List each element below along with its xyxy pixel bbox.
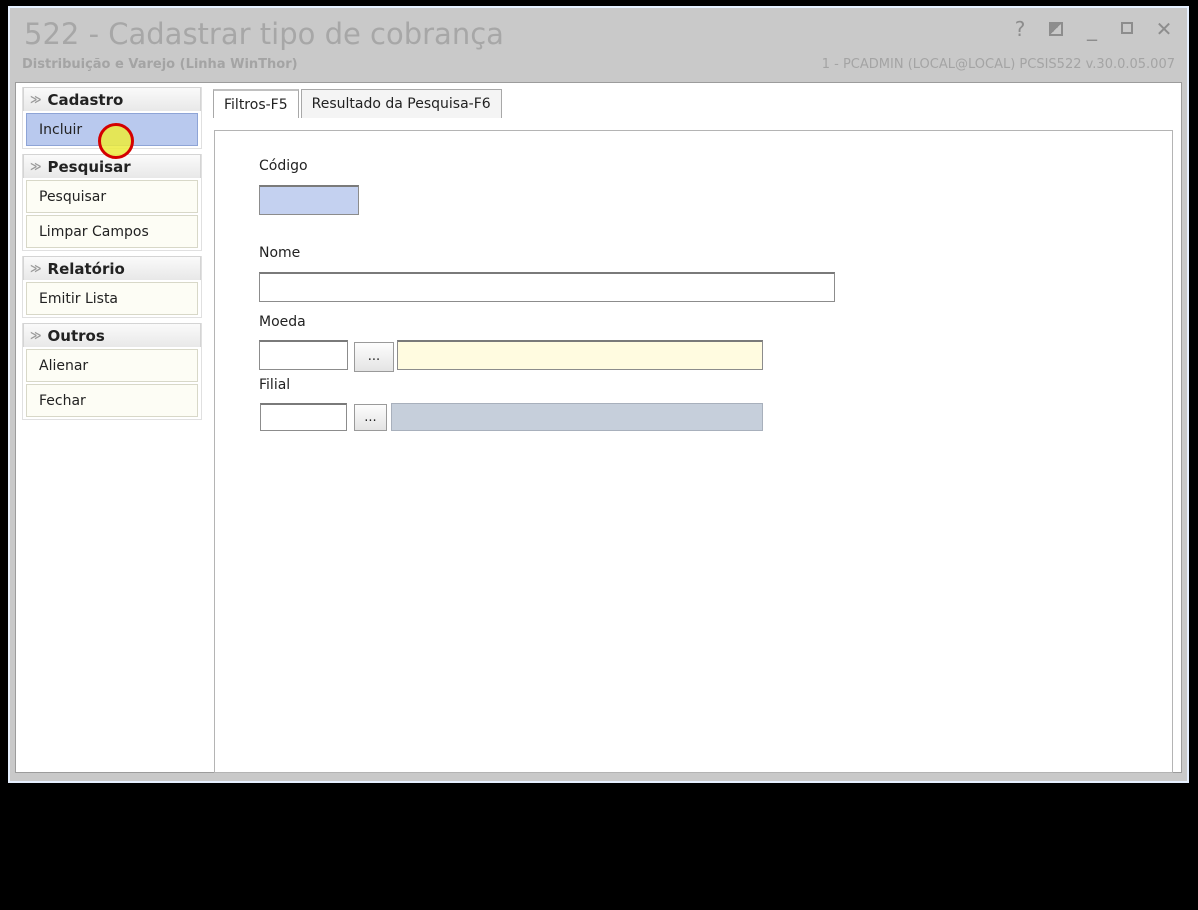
group-pesquisar: ≫ Pesquisar Pesquisar Limpar Campos	[22, 154, 202, 251]
action-sidebar: ≫ Cadastro Incluir ≫ Pesquisar Pesquisar…	[22, 87, 202, 425]
minimize-button[interactable]: _	[1081, 18, 1103, 40]
window-controls: ? _ ✕	[1009, 18, 1175, 40]
window-subtitle: Distribuição e Varejo (Linha WinThor)	[22, 57, 298, 72]
alienar-button[interactable]: Alienar	[26, 349, 198, 382]
client-area: ≫ Cadastro Incluir ≫ Pesquisar Pesquisar…	[15, 82, 1182, 773]
group-header-outros[interactable]: ≫ Outros	[23, 323, 201, 347]
filial-lookup-button[interactable]: ...	[354, 404, 387, 431]
moeda-label: Moeda	[259, 314, 306, 330]
moeda-description-field	[397, 340, 763, 370]
collapse-chevron-icon: ≫	[30, 160, 42, 173]
tab-resultado-pesquisa[interactable]: Resultado da Pesquisa-F6	[300, 89, 502, 118]
group-header-relatorio[interactable]: ≫ Relatório	[23, 256, 201, 280]
collapse-chevron-icon: ≫	[30, 93, 42, 106]
tab-bar: Filtros-F5 Resultado da Pesquisa-F6	[213, 89, 504, 118]
pesquisar-button[interactable]: Pesquisar	[26, 180, 198, 213]
codigo-label: Código	[259, 158, 308, 174]
moeda-code-input[interactable]	[259, 340, 348, 370]
filters-panel: Código Nome Moeda ... Filial ...	[214, 130, 1173, 773]
restore-layout-button[interactable]	[1045, 18, 1067, 40]
group-title: Cadastro	[47, 90, 124, 109]
nome-label: Nome	[259, 245, 301, 261]
click-cursor-indicator	[98, 123, 134, 159]
limpar-campos-button[interactable]: Limpar Campos	[26, 215, 198, 248]
tab-filtros[interactable]: Filtros-F5	[213, 89, 299, 118]
collapse-chevron-icon: ≫	[30, 329, 42, 342]
filial-label: Filial	[259, 377, 291, 393]
restore-icon	[1049, 22, 1063, 36]
emitir-lista-button[interactable]: Emitir Lista	[26, 282, 198, 315]
filial-code-input[interactable]	[260, 403, 347, 431]
group-title: Pesquisar	[47, 157, 131, 176]
fechar-button[interactable]: Fechar	[26, 384, 198, 417]
maximize-icon	[1121, 22, 1133, 34]
help-button[interactable]: ?	[1009, 18, 1031, 40]
moeda-lookup-button[interactable]: ...	[354, 342, 394, 372]
group-header-cadastro[interactable]: ≫ Cadastro	[23, 87, 201, 111]
session-info: 1 - PCADMIN (LOCAL@LOCAL) PCSIS522 v.30.…	[821, 57, 1175, 72]
nome-input[interactable]	[259, 272, 835, 302]
codigo-input[interactable]	[259, 185, 359, 215]
collapse-chevron-icon: ≫	[30, 262, 42, 275]
close-button[interactable]: ✕	[1153, 18, 1175, 40]
filial-description-field	[391, 403, 763, 431]
group-title: Relatório	[47, 259, 125, 278]
group-title: Outros	[47, 326, 105, 345]
window-title: 522 - Cadastrar tipo de cobrança	[24, 17, 504, 51]
maximize-button[interactable]	[1117, 18, 1139, 40]
group-outros: ≫ Outros Alienar Fechar	[22, 323, 202, 420]
app-window: 522 - Cadastrar tipo de cobrança Distrib…	[8, 6, 1189, 783]
group-relatorio: ≫ Relatório Emitir Lista	[22, 256, 202, 318]
